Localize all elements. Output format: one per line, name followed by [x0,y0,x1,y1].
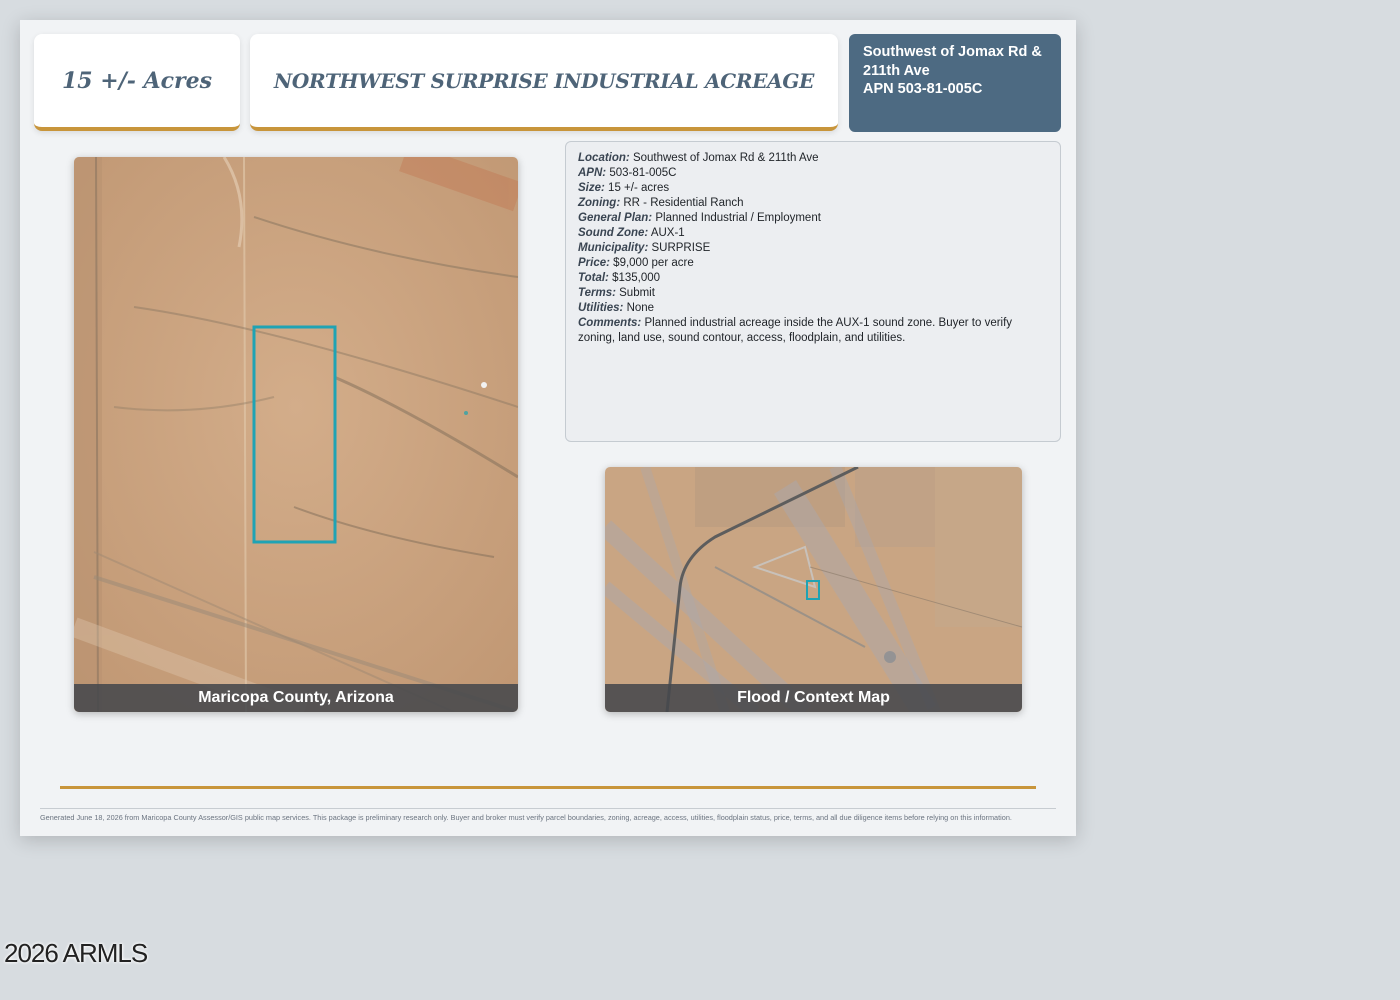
detail-row: Location: Southwest of Jomax Rd & 211th … [578,151,1048,166]
address-line-2: 211th Ave [863,62,930,79]
detail-label: Location: [578,152,630,164]
detail-value: SURPRISE [651,242,711,254]
context-map-image [605,467,1022,712]
watermark: 2026 ARMLS [4,938,148,968]
detail-value: $9,000 per acre [613,257,694,269]
detail-row: General Plan: Planned Industrial / Emplo… [578,211,1048,226]
detail-label: Terms: [578,287,616,299]
acreage-card: 15 +/- Acres [34,34,240,131]
detail-value: 15 +/- acres [608,182,670,194]
detail-row: Sound Zone: AUX-1 [578,226,1048,241]
detail-value: 503-81-005C [609,167,677,179]
property-details: Location: Southwest of Jomax Rd & 211th … [565,141,1061,442]
detail-label: Municipality: [578,242,649,254]
detail-value: Planned industrial acreage inside the AU… [578,317,1013,344]
detail-label: Utilities: [578,302,624,314]
detail-row: Terms: Submit [578,286,1048,301]
detail-row: Size: 15 +/- acres [578,181,1048,196]
gold-divider [60,786,1036,789]
detail-row: APN: 503-81-005C [578,166,1048,181]
listing-title: NORTHWEST SURPRISE INDUSTRIAL ACREAGE [273,68,815,93]
flyer-sheet: 15 +/- Acres NORTHWEST SURPRISE INDUSTRI… [20,20,1076,836]
apn-line: APN 503-81-005C [863,81,983,97]
detail-value: Southwest of Jomax Rd & 211th Ave [632,152,819,164]
detail-label: APN: [578,167,607,179]
detail-label: Sound Zone: [578,227,649,239]
context-caption: Flood / Context Map [605,684,1022,712]
detail-value: $135,000 [612,272,661,284]
address-card: Southwest of Jomax Rd & 211th Ave APN 50… [849,34,1061,132]
detail-value: RR - Residential Ranch [623,197,744,209]
detail-value: Planned Industrial / Employment [655,212,821,224]
detail-value: AUX-1 [650,227,685,239]
detail-label: Zoning: [578,197,621,209]
aerial-image [74,157,518,712]
detail-label: Total: [578,272,609,284]
aerial-caption: Maricopa County, Arizona [74,684,518,712]
acreage-label: 15 +/- Acres [62,67,212,94]
title-card: NORTHWEST SURPRISE INDUSTRIAL ACREAGE [250,34,838,131]
detail-label: Price: [578,257,610,269]
detail-label: Comments: [578,317,642,329]
detail-label: General Plan: [578,212,653,224]
detail-row: Price: $9,000 per acre [578,256,1048,271]
detail-row: Comments: Planned industrial acreage ins… [578,316,1048,346]
disclaimer: Generated June 18, 2026 from Maricopa Co… [40,808,1056,822]
detail-value: None [626,302,655,314]
detail-row: Total: $135,000 [578,271,1048,286]
detail-label: Size: [578,182,605,194]
context-map: Flood / Context Map [605,467,1022,712]
detail-row: Zoning: RR - Residential Ranch [578,196,1048,211]
detail-row: Municipality: SURPRISE [578,241,1048,256]
address-line-1: Southwest of Jomax Rd & [863,44,1042,60]
detail-row: Utilities: None [578,301,1048,316]
detail-value: Submit [619,287,655,299]
aerial-photo: Maricopa County, Arizona [74,157,518,712]
